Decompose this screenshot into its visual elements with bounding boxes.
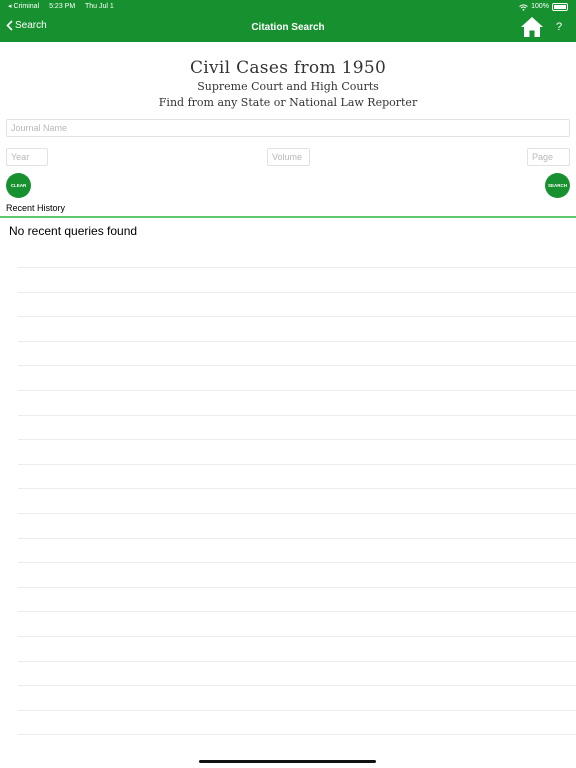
list-row <box>18 389 576 415</box>
list-row <box>18 439 576 464</box>
list-row <box>18 463 576 489</box>
list-row <box>18 611 576 636</box>
status-bar-right: 100% <box>519 2 568 12</box>
page-input[interactable] <box>527 148 570 166</box>
list-row <box>18 365 576 390</box>
clear-button[interactable]: CLEAR <box>6 173 31 198</box>
list-row <box>18 734 576 759</box>
page-title: Citation Search <box>251 22 325 33</box>
list-row <box>18 291 576 317</box>
status-time: 5:23 PM <box>49 3 76 10</box>
back-button-label: Search <box>15 20 47 31</box>
volume-input[interactable] <box>267 148 310 166</box>
list-row <box>18 414 576 440</box>
header-subtitle-courts: Supreme Court and High Courts <box>197 80 379 93</box>
home-button[interactable] <box>520 16 544 38</box>
header-subtitle-reporter: Find from any State or National Law Repo… <box>158 96 418 109</box>
recent-history-label: Recent History <box>6 203 66 213</box>
list-row <box>18 562 576 587</box>
history-divider <box>0 216 576 218</box>
chevron-left-icon <box>6 20 13 31</box>
list-row <box>18 267 576 292</box>
list-row <box>18 685 576 710</box>
list-row <box>18 586 576 612</box>
top-bar: ◂ Criminal 5:23 PM Thu Jul 1 100% Search… <box>0 0 576 42</box>
status-bar-left: ◂ Criminal 5:23 PM Thu Jul 1 <box>8 2 122 12</box>
back-button[interactable]: Search <box>6 20 47 31</box>
list-row <box>18 316 576 341</box>
list-row <box>18 635 576 661</box>
list-row <box>18 512 576 538</box>
list-row <box>18 660 576 686</box>
journal-name-input[interactable] <box>6 119 570 137</box>
help-button[interactable]: ? <box>556 21 562 33</box>
header-title: Civil Cases from 1950 <box>189 58 387 78</box>
wifi-icon <box>519 3 528 11</box>
status-carrier[interactable]: ◂ Criminal <box>8 3 39 10</box>
status-date: Thu Jul 1 <box>85 3 114 10</box>
list-row <box>18 340 576 366</box>
list-row <box>18 709 576 735</box>
battery-icon <box>552 3 568 11</box>
battery-percent: 100% <box>531 3 549 10</box>
search-button[interactable]: SEARCH <box>545 173 570 198</box>
home-indicator[interactable] <box>199 760 376 763</box>
list-row <box>18 488 576 513</box>
list-row <box>18 537 576 563</box>
home-icon <box>521 17 543 37</box>
year-input[interactable] <box>6 148 48 166</box>
history-list <box>18 267 576 759</box>
empty-history-message: No recent queries found <box>9 224 138 238</box>
